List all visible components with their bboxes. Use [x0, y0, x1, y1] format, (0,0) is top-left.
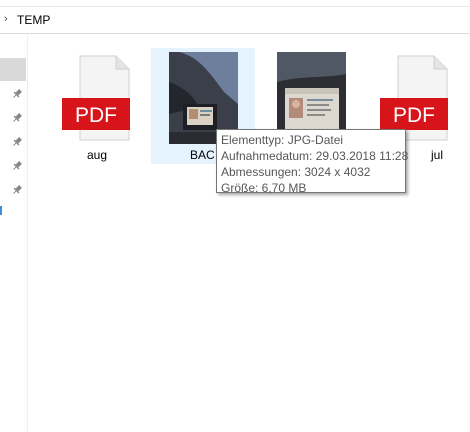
file-item-aug[interactable]: PDF aug: [45, 50, 149, 164]
nav-item-selected[interactable]: [0, 58, 26, 81]
chevron-right-icon[interactable]: ›: [4, 13, 8, 25]
address-bar[interactable]: › TEMP: [0, 7, 470, 34]
tooltip-type: Elementtyp: JPG-Datei: [221, 133, 344, 147]
file-name: aug: [86, 148, 108, 162]
navigation-pane: [0, 34, 28, 432]
tooltip-date: Aufnahmedatum: 29.03.2018 11:28: [221, 149, 409, 163]
tooltip-size: Größe: 6,70 MB: [221, 181, 307, 195]
tooltip-dimensions: Abmessungen: 3024 x 4032: [221, 165, 371, 179]
svg-text:PDF: PDF: [393, 104, 435, 127]
title-bar-strip: [0, 0, 470, 7]
pin-icon[interactable]: [11, 184, 23, 196]
pin-icon[interactable]: [11, 88, 23, 100]
pin-icon[interactable]: [11, 112, 23, 124]
nav-scroll-marker: [0, 206, 2, 215]
pin-icon[interactable]: [11, 136, 23, 148]
breadcrumb-folder[interactable]: TEMP: [17, 13, 50, 27]
file-info-tooltip: Elementtyp: JPG-Datei Aufnahmedatum: 29.…: [216, 129, 409, 195]
pin-icon[interactable]: [11, 160, 23, 172]
pdf-file-icon: PDF: [62, 55, 130, 141]
svg-text:PDF: PDF: [75, 104, 117, 127]
